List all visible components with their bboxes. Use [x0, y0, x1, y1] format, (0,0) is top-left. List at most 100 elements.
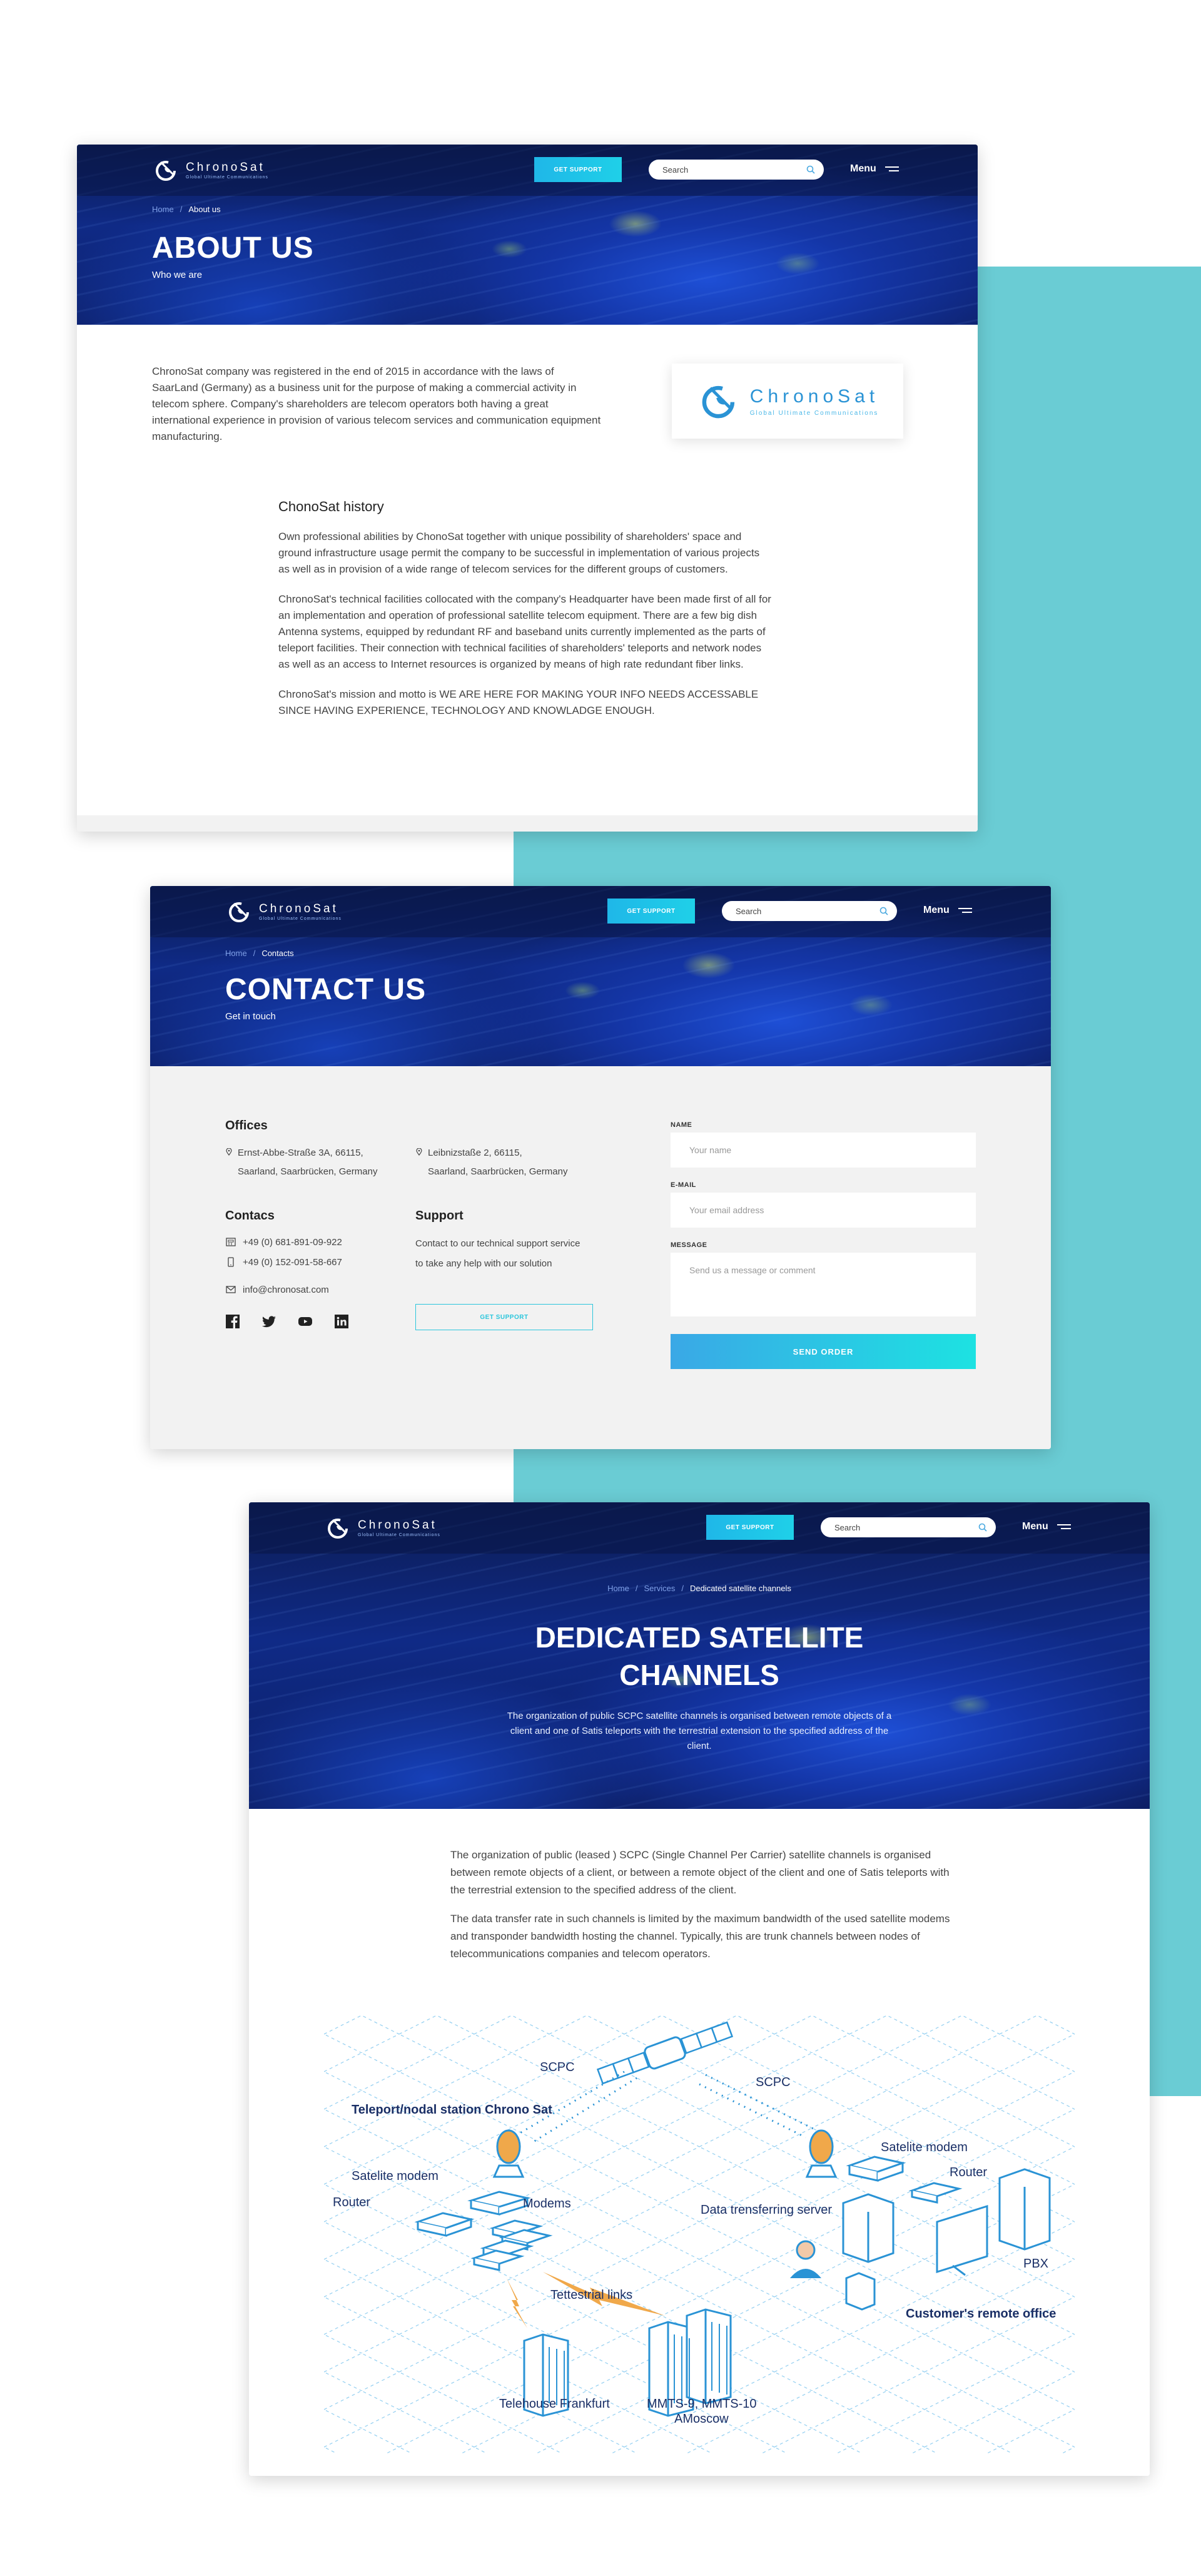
email-address: info@chronosat.com: [243, 1284, 329, 1295]
diagram-label: SCPC: [540, 2060, 575, 2074]
dedicated-body: The organization of public (leased ) SCP…: [450, 1846, 951, 1974]
office-address-1: Ernst-Abbe-Straße 3A, 66115, Saarland, S…: [225, 1144, 377, 1181]
dedicated-page-card: ChronoSat Global Ultimate Communications…: [249, 1502, 1150, 2476]
about-intro-text: ChronoSat company was registered in the …: [152, 365, 601, 442]
diagram-label: Satelite modem: [352, 2169, 438, 2183]
logo[interactable]: ChronoSat Global Ultimate Communications: [152, 156, 268, 185]
logo-name: ChronoSat: [358, 1518, 437, 1532]
get-support-button[interactable]: GET SUPPORT: [415, 1304, 593, 1330]
get-support-button[interactable]: GET SUPPORT: [534, 157, 622, 182]
contacts-title: Contacs: [225, 1209, 275, 1223]
twitter-icon[interactable]: [261, 1314, 276, 1329]
history-title: ChonoSat history: [278, 499, 384, 514]
support-title: Support: [415, 1209, 464, 1223]
page-subtitle: The organization of public SCPC satellit…: [507, 1711, 892, 1751]
breadcrumb-services[interactable]: Services: [644, 1584, 675, 1593]
mobile-phone-icon: [228, 1257, 234, 1267]
search-placeholder: Search: [736, 906, 762, 916]
office-address-line: Leibnizstaße 2, 66115,: [428, 1148, 522, 1158]
diagram-label: Data trensferring server: [701, 2203, 833, 2217]
history-paragraph: ChronoSat's mission and motto is WE ARE …: [278, 688, 759, 716]
youtube-icon[interactable]: [298, 1314, 313, 1329]
office-address-2: Leibnizstaße 2, 66115, Saarland, Saarbrü…: [415, 1144, 567, 1181]
logo[interactable]: ChronoSat Global Ultimate Communications: [324, 1514, 440, 1542]
title-line: CHANNELS: [619, 1659, 779, 1691]
phone-number: +49 (0) 681-891-09-922: [243, 1236, 342, 1248]
history-paragraph: ChronoSat's technical facilities colloca…: [278, 593, 771, 670]
diagram-label: Router: [950, 2166, 988, 2179]
about-page-card: ChronoSat Global Ultimate Communications…: [77, 145, 978, 832]
contact-body: Offices Ernst-Abbe-Straße 3A, 66115, Saa…: [150, 1066, 1051, 1449]
logo-name: ChronoSat: [186, 160, 265, 174]
get-support-button[interactable]: GET SUPPORT: [706, 1515, 794, 1540]
send-order-button[interactable]: SEND ORDER: [671, 1334, 976, 1369]
chronosat-logo-icon: [328, 1519, 348, 1539]
message-textarea[interactable]: Send us a message or comment: [671, 1253, 976, 1316]
contact-page-card: ChronoSat Global Ultimate Communications…: [150, 886, 1051, 1449]
social-links: [225, 1314, 349, 1329]
chronosat-logo-icon: [702, 385, 734, 419]
about-hero: ChronoSat Global Ultimate Communications…: [77, 145, 978, 325]
breadcrumb-separator: /: [180, 205, 183, 214]
diagram-illustration: [324, 2015, 1075, 2453]
phone-2[interactable]: +49 (0) 152-091-58-667: [225, 1256, 342, 1268]
location-pin-icon: [416, 1148, 422, 1156]
search-icon: [879, 907, 888, 915]
office-address-line: Saarland, Saarbrücken, Germany: [238, 1166, 378, 1177]
logo-name: ChronoSat: [259, 902, 338, 915]
name-input[interactable]: Your name: [671, 1133, 976, 1168]
fax-phone-icon: [226, 1238, 236, 1246]
hamburger-icon: [1057, 1524, 1071, 1530]
card-footer-strip: [77, 815, 978, 832]
menu-button[interactable]: Menu: [850, 163, 899, 175]
body-paragraph: The organization of public (leased ) SCP…: [450, 1849, 950, 1896]
logo-tagline: Global Ultimate Communications: [259, 916, 342, 921]
top-nav: ChronoSat Global Ultimate Communications…: [249, 1502, 1150, 1554]
dish-antenna-icon: [805, 2129, 838, 2178]
location-pin-icon: [226, 1148, 232, 1156]
logo-tagline: Global Ultimate Communications: [358, 1532, 440, 1537]
message-label: MESSAGE: [671, 1241, 707, 1249]
mail-icon: [226, 1286, 236, 1293]
email-link[interactable]: info@chronosat.com: [225, 1284, 329, 1295]
breadcrumb-home[interactable]: Home: [225, 949, 247, 958]
menu-button[interactable]: Menu: [1022, 1521, 1071, 1532]
support-text: Contact to our technical support service…: [415, 1238, 580, 1269]
breadcrumb-home[interactable]: Home: [607, 1584, 629, 1593]
diagram-label: MMTS-9, MMTS-10: [647, 2397, 757, 2411]
facebook-icon[interactable]: [225, 1314, 240, 1329]
breadcrumb-separator: /: [635, 1584, 638, 1593]
logo[interactable]: ChronoSat Global Ultimate Communications: [225, 897, 342, 926]
top-nav: ChronoSat Global Ultimate Communications…: [77, 145, 978, 196]
contact-hero: ChronoSat Global Ultimate Communications…: [150, 886, 1051, 1066]
logo-tagline: Global Ultimate Communications: [749, 409, 879, 417]
phone-number: +49 (0) 152-091-58-667: [243, 1256, 342, 1268]
linkedin-icon[interactable]: [334, 1314, 349, 1329]
menu-button[interactable]: Menu: [923, 905, 972, 916]
menu-label: Menu: [850, 163, 876, 174]
email-label: E-MAIL: [671, 1181, 696, 1189]
search-input[interactable]: Search: [722, 901, 897, 921]
search-icon: [978, 1523, 987, 1532]
chronosat-logo-icon: [156, 161, 176, 181]
search-input[interactable]: Search: [649, 160, 824, 180]
breadcrumb-home[interactable]: Home: [152, 205, 174, 214]
scpc-network-diagram: SCPC SCPC Teleport/nodal station Chrono …: [324, 2015, 1075, 2453]
logo-name: ChronoSat: [749, 385, 879, 407]
page-title: DEDICATED SATELLITE CHANNELS: [249, 1619, 1150, 1694]
title-line: DEDICATED SATELLITE: [535, 1621, 864, 1654]
get-support-button[interactable]: GET SUPPORT: [607, 899, 695, 924]
top-nav: ChronoSat Global Ultimate Communications…: [150, 886, 1051, 937]
breadcrumb: Home / Services / Dedicated satellite ch…: [249, 1584, 1150, 1593]
page-title: CONTACT US: [225, 973, 427, 1006]
office-address-line: Saarland, Saarbrücken, Germany: [428, 1166, 568, 1177]
breadcrumb-current: Contacts: [261, 949, 294, 958]
search-input[interactable]: Search: [821, 1517, 996, 1537]
page-subtitle: Who we are: [152, 270, 203, 280]
email-input[interactable]: Your email address: [671, 1193, 976, 1228]
offices-title: Offices: [225, 1119, 268, 1133]
history-paragraph: Own professional abilities by ChonoSat t…: [278, 531, 760, 575]
phone-1[interactable]: +49 (0) 681-891-09-922: [225, 1236, 342, 1248]
dedicated-hero: ChronoSat Global Ultimate Communications…: [249, 1502, 1150, 1809]
diagram-label: Tettestrial links: [550, 2288, 633, 2302]
